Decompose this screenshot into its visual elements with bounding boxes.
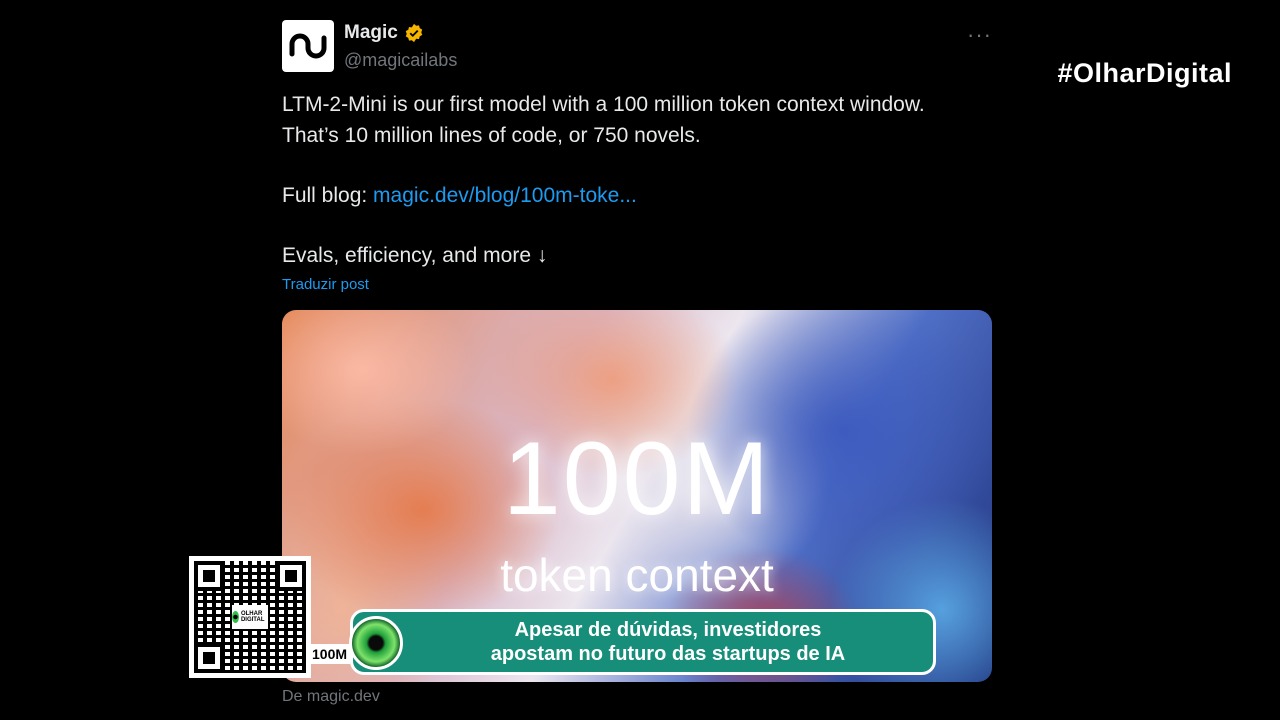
qr-logo-text: OLHAR DIGITAL [240,611,265,623]
tweet-text-line-2: That’s 10 million lines of code, or 750 … [282,124,701,147]
blog-label: Full blog: [282,184,374,207]
more-options-icon[interactable]: ··· [967,22,992,48]
headline-line-1: Apesar de dúvidas, investidores [514,619,822,641]
thumbnail-label: 100M [309,644,351,664]
qr-code-icon: OLHAR DIGITAL [189,556,311,678]
tweet-text-evals: Evals, efficiency, and more ↓ [282,244,548,267]
tweet-card: Magic @magicailabs ··· LTM-2-Mini is our… [282,18,994,705]
eye-logo-icon [232,611,239,623]
verified-badge-icon [405,23,423,43]
tweet-header: Magic @magicailabs ··· [282,18,994,78]
handle[interactable]: @magicailabs [344,50,457,71]
media-source[interactable]: De magic.dev [282,688,380,706]
blog-line: Full blog: magic.dev/blog/100m-toke... [282,184,637,208]
qr-finder [194,561,224,591]
tweet-text-line-1: LTM-2-Mini is our first model with a 100… [282,93,925,116]
magic-logo-icon[interactable] [282,20,334,72]
qr-logo: OLHAR DIGITAL [232,605,268,629]
channel-hashtag: #OlharDigital [1057,58,1232,88]
blog-link[interactable]: magic.dev/blog/100m-toke... [373,184,637,207]
headline-line-2: apostam no futuro das startups de IA [490,643,846,665]
qr-finder [194,643,224,673]
qr-finder [276,561,306,591]
qr-pattern: OLHAR DIGITAL [194,561,306,673]
eye-logo-icon [349,616,403,670]
media-headline: 100M [502,421,772,537]
translate-post-link[interactable]: Traduzir post [282,276,369,293]
headline-text: Apesar de dúvidas, investidores apostam … [491,618,845,666]
display-name[interactable]: Magic [344,22,398,44]
media-subheadline: token context [500,549,774,601]
author-name-row[interactable]: Magic [344,22,424,44]
news-headline-banner: Apesar de dúvidas, investidores apostam … [349,609,936,675]
